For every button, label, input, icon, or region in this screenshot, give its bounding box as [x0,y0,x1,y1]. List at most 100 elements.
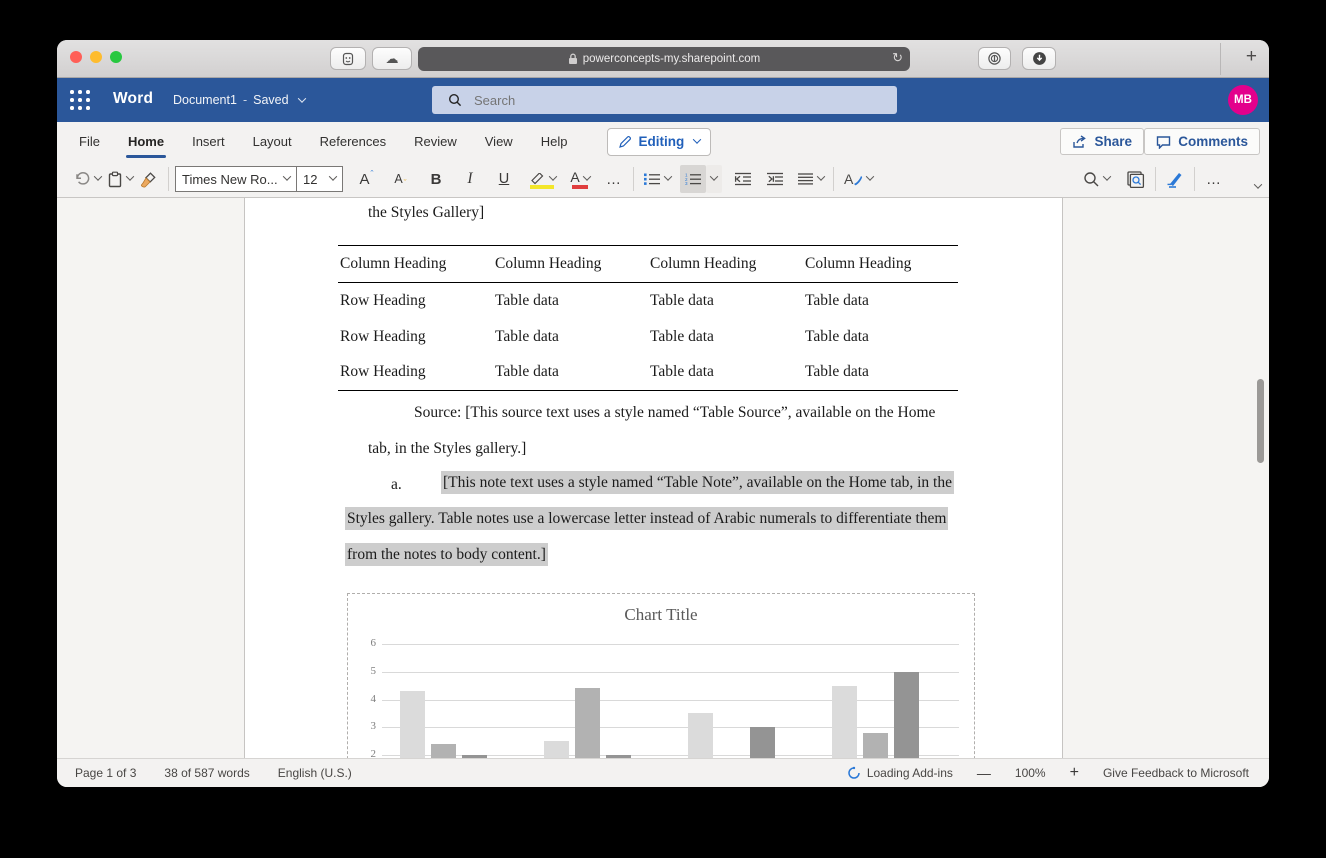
undo-button[interactable] [71,165,104,193]
table-cell[interactable]: Table data [493,355,648,391]
table-header-cell[interactable]: Column Heading [338,246,493,283]
italic-button[interactable]: I [457,165,483,193]
editor-button[interactable] [1162,165,1188,193]
chevron-down-icon [817,172,825,180]
chart-bar [544,741,569,758]
paste-button[interactable] [104,165,136,193]
shrink-font-button[interactable]: Aˇ [387,165,413,193]
styles-button[interactable]: A [840,165,876,193]
immersive-reader-button[interactable] [1123,165,1149,193]
table-note-line2[interactable]: Styles gallery. Table notes use a lowerc… [345,510,948,528]
table-header-cell[interactable]: Column Heading [648,246,803,283]
icloud-tabs-button[interactable]: ☁ [372,47,412,70]
alignment-button[interactable] [794,165,827,193]
document-table[interactable]: Column HeadingColumn HeadingColumn Headi… [338,245,958,391]
ribbon-tab-bar: FileHomeInsertLayoutReferencesReviewView… [57,122,1269,161]
tab-home[interactable]: Home [114,122,178,161]
lock-icon [568,53,578,65]
close-window-button[interactable] [70,51,82,63]
table-cell[interactable]: Table data [648,355,803,391]
document-page[interactable]: the Styles Gallery] Column HeadingColumn… [244,198,1063,758]
reload-icon[interactable]: ↻ [892,50,903,66]
table-cell[interactable]: Table data [803,283,958,319]
save-status[interactable]: Saved [253,93,288,107]
collapse-ribbon-button[interactable] [1251,176,1261,194]
table-note-line3[interactable]: from the notes to body content.] [345,546,548,564]
extension-button[interactable] [330,47,366,70]
table-source-line1[interactable]: Source: [This source text uses a style n… [414,404,935,422]
editing-mode-button[interactable]: Editing [607,128,711,156]
increase-indent-button[interactable] [762,165,788,193]
tab-review[interactable]: Review [400,122,471,161]
feedback-link[interactable]: Give Feedback to Microsoft [1103,766,1249,780]
bullets-button[interactable] [640,165,674,193]
numbered-list-dropdown[interactable] [706,165,722,193]
table-cell[interactable]: Row Heading [338,319,493,355]
format-painter-button[interactable] [136,165,162,193]
decrease-indent-button[interactable] [730,165,756,193]
share-button[interactable]: Share [1060,128,1144,155]
table-note-line1[interactable]: [This note text uses a style named “Tabl… [441,474,954,492]
minimize-window-button[interactable] [90,51,102,63]
table-cell[interactable]: Table data [648,319,803,355]
chart-bar [832,686,857,758]
new-tab-button[interactable]: + [1246,46,1257,68]
chart-title[interactable]: Chart Title [348,605,974,625]
table-cell[interactable]: Row Heading [338,355,493,391]
highlight-color-button[interactable] [525,165,559,193]
shrink-font-label: A [394,172,402,186]
onepassword-button[interactable] [978,47,1011,70]
avatar[interactable]: MB [1228,85,1258,115]
zoom-in-button[interactable]: + [1070,764,1079,782]
find-button[interactable] [1080,165,1113,193]
table-note-marker[interactable]: a. [391,476,402,494]
font-size-select[interactable]: 12 [297,166,343,192]
vertical-scrollbar[interactable] [1257,379,1264,463]
language-status[interactable]: English (U.S.) [278,766,352,780]
search-bar[interactable] [432,86,897,114]
download-icon [1032,51,1047,66]
address-bar[interactable]: powerconcepts-my.sharepoint.com ↻ [418,47,910,71]
embedded-chart[interactable]: Chart Title 65432 [347,593,975,758]
table-header-cell[interactable]: Column Heading [493,246,648,283]
ribbon-toolbar: Times New Ro... 12 Aˆ Aˇ B I U A … [57,161,1269,198]
table-cell[interactable]: Row Heading [338,283,493,319]
more-commands-button[interactable]: … [1201,165,1227,193]
tab-help[interactable]: Help [527,122,582,161]
table-cell[interactable]: Table data [493,319,648,355]
app-name[interactable]: Word [113,90,153,108]
search-input[interactable] [472,92,852,109]
tab-layout[interactable]: Layout [239,122,306,161]
document-title[interactable]: Document1 - Saved [173,93,305,107]
tab-view[interactable]: View [471,122,527,161]
font-name-value: Times New Ro... [182,172,278,187]
app-launcher-icon[interactable] [70,90,91,111]
table-source-line2[interactable]: tab, in the Styles gallery.] [368,440,526,458]
page-count[interactable]: Page 1 of 3 [75,766,136,780]
bold-button[interactable]: B [423,165,449,193]
table-cell[interactable]: Table data [493,283,648,319]
downloads-button[interactable] [1022,47,1056,70]
document-canvas[interactable]: the Styles Gallery] Column HeadingColumn… [57,198,1269,758]
numbered-list-button[interactable]: 123 [680,165,706,193]
comments-button[interactable]: Comments [1144,128,1260,155]
table-cell[interactable]: Table data [803,319,958,355]
grow-font-button[interactable]: Aˆ [353,165,379,193]
chart-gridline [382,644,959,645]
doc-name[interactable]: Document1 [173,93,237,107]
table-cell[interactable]: Table data [803,355,958,391]
tab-references[interactable]: References [306,122,400,161]
caption-text[interactable]: the Styles Gallery] [368,204,484,222]
zoom-out-button[interactable]: — [977,765,991,781]
chart-ytick-label: 2 [352,748,376,758]
table-cell[interactable]: Table data [648,283,803,319]
font-name-select[interactable]: Times New Ro... [175,166,297,192]
more-font-options-button[interactable]: … [601,165,627,193]
tab-insert[interactable]: Insert [178,122,239,161]
zoom-window-button[interactable] [110,51,122,63]
font-color-button[interactable]: A [567,165,593,193]
underline-button[interactable]: U [491,165,517,193]
table-header-cell[interactable]: Column Heading [803,246,958,283]
tab-file[interactable]: File [65,122,114,161]
word-count[interactable]: 38 of 587 words [164,766,249,780]
